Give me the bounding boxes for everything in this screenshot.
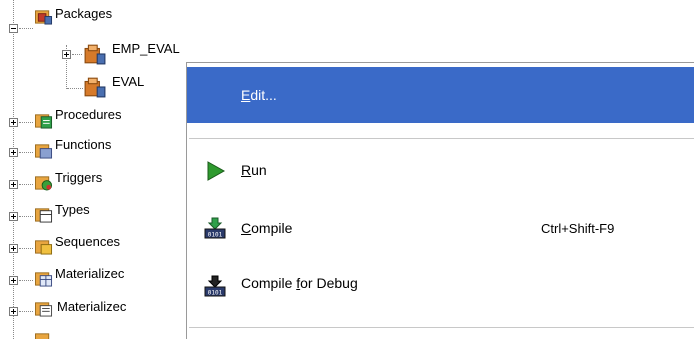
menu-item-run[interactable]: Run bbox=[187, 149, 694, 191]
tree-node-label: Sequences bbox=[55, 234, 121, 249]
expand-toggle[interactable] bbox=[9, 212, 18, 221]
folder-icon bbox=[35, 333, 50, 339]
expand-toggle[interactable] bbox=[9, 180, 18, 189]
expand-toggle[interactable] bbox=[9, 307, 18, 316]
collapse-toggle[interactable] bbox=[9, 24, 18, 33]
menu-item-label: Run bbox=[241, 162, 267, 178]
sequences-folder-icon bbox=[35, 240, 53, 255]
tree-line bbox=[72, 54, 82, 55]
expand-toggle[interactable] bbox=[9, 244, 18, 253]
menu-item-label: Compile bbox=[241, 220, 293, 236]
tree-node-label: Procedures bbox=[55, 107, 122, 122]
svg-text:0101: 0101 bbox=[208, 290, 223, 297]
menu-separator bbox=[189, 138, 694, 139]
materialized-view-log-folder-icon bbox=[35, 302, 53, 317]
procedures-folder-icon bbox=[35, 114, 53, 129]
tree-line bbox=[19, 216, 33, 217]
expand-toggle[interactable] bbox=[9, 148, 18, 157]
navigator-tree: Packages EMP_EVAL EVAL Procedures Functi… bbox=[0, 0, 200, 339]
tree-node-label: Triggers bbox=[55, 170, 103, 185]
menu-item-edit[interactable]: Edit... bbox=[187, 67, 694, 123]
tree-node-label: Functions bbox=[55, 137, 112, 152]
tree-line bbox=[19, 28, 33, 29]
tree-line bbox=[13, 0, 14, 339]
expand-toggle[interactable] bbox=[62, 50, 71, 59]
svg-text:0101: 0101 bbox=[208, 232, 223, 239]
expand-toggle[interactable] bbox=[9, 118, 18, 127]
tree-line bbox=[19, 280, 33, 281]
tree-node-label: EMP_EVAL bbox=[112, 41, 180, 56]
triggers-folder-icon bbox=[35, 176, 53, 191]
menu-item-label: Edit... bbox=[241, 87, 277, 103]
tree-node-label: Types bbox=[55, 202, 90, 217]
types-folder-icon bbox=[35, 208, 53, 223]
package-icon bbox=[84, 77, 106, 98]
tree-line bbox=[67, 88, 83, 89]
tree-line bbox=[19, 122, 33, 123]
tree-line bbox=[19, 248, 33, 249]
compile-debug-icon: 0101 bbox=[204, 275, 226, 297]
app-root: Packages EMP_EVAL EVAL Procedures Functi… bbox=[0, 0, 694, 339]
tree-node-label: Materializec bbox=[57, 299, 127, 314]
menu-item-label: Compile for Debug bbox=[241, 275, 358, 291]
menu-item-shortcut: Ctrl+Shift-F9 bbox=[541, 221, 615, 236]
compile-icon: 0101 bbox=[204, 217, 226, 239]
tree-node-label: Packages bbox=[55, 6, 113, 21]
menu-item-compile-for-debug[interactable]: 0101 Compile for Debug bbox=[187, 264, 694, 306]
package-icon bbox=[84, 44, 106, 65]
menu-separator bbox=[189, 327, 694, 328]
tree-line bbox=[19, 152, 33, 153]
menu-item-compile[interactable]: 0101 Compile Ctrl+Shift-F9 bbox=[187, 207, 694, 249]
expand-toggle[interactable] bbox=[9, 276, 18, 285]
run-icon bbox=[207, 161, 226, 181]
tree-line bbox=[19, 184, 33, 185]
tree-node-label: EVAL bbox=[112, 74, 145, 89]
context-menu: Edit... Run 0101 Compile Ctrl+Shift-F9 0… bbox=[186, 62, 694, 339]
tree-node-label: Materializec bbox=[55, 266, 125, 281]
package-folder-icon bbox=[35, 10, 53, 25]
functions-folder-icon bbox=[35, 144, 53, 159]
tree-line bbox=[19, 311, 33, 312]
materialized-view-folder-icon bbox=[35, 272, 53, 287]
